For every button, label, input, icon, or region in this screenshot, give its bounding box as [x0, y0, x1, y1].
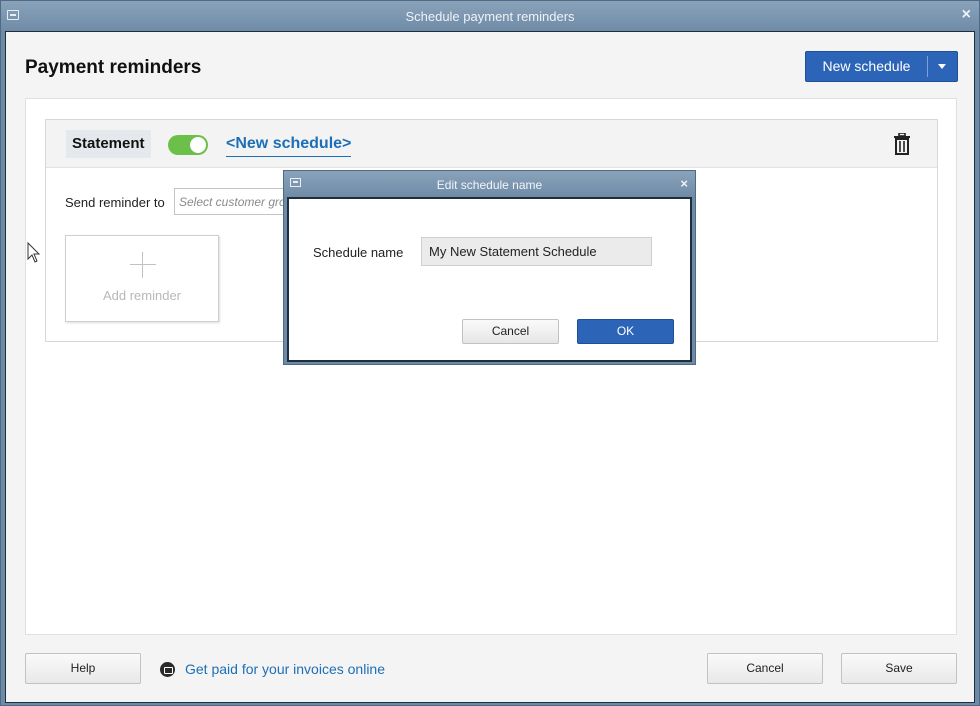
window-content: Payment reminders New schedule Statement…: [5, 31, 975, 703]
payment-icon: [160, 662, 175, 677]
dialog-titlebar[interactable]: Edit schedule name ×: [284, 171, 695, 197]
plus-icon: [130, 252, 156, 278]
schedule-name-label: Schedule name: [313, 245, 404, 260]
close-icon[interactable]: ×: [962, 6, 971, 24]
toggle-knob: [190, 137, 206, 153]
get-paid-online-link[interactable]: Get paid for your invoices online: [185, 661, 385, 677]
schedule-active-toggle[interactable]: [168, 135, 208, 155]
cancel-button[interactable]: Cancel: [707, 653, 823, 684]
new-schedule-button[interactable]: New schedule: [806, 52, 927, 81]
schedule-name-link[interactable]: <New schedule>: [226, 135, 352, 157]
dialog-body: Schedule name Cancel OK: [287, 197, 692, 362]
dialog-title: Edit schedule name: [436, 178, 543, 192]
customer-group-placeholder: Select customer group: [179, 195, 300, 209]
window-title: Schedule payment reminders: [405, 9, 575, 24]
add-reminder-button[interactable]: Add reminder: [65, 235, 219, 322]
dialog-ok-button[interactable]: OK: [577, 319, 674, 344]
chevron-down-icon[interactable]: [928, 52, 957, 81]
add-reminder-label: Add reminder: [102, 288, 182, 303]
page-title: Payment reminders: [25, 57, 202, 78]
help-button[interactable]: Help: [25, 653, 141, 684]
new-schedule-split-button: New schedule: [805, 51, 958, 82]
edit-schedule-name-dialog: Edit schedule name × Schedule name Cance…: [283, 170, 696, 365]
schedule-name-input[interactable]: [421, 237, 652, 266]
schedule-card-header: Statement <New schedule>: [46, 120, 937, 168]
dialog-cancel-button[interactable]: Cancel: [462, 319, 559, 344]
dialog-close-icon[interactable]: ×: [680, 176, 688, 191]
schedule-type-label: Statement: [66, 130, 151, 158]
window-titlebar[interactable]: Schedule payment reminders ×: [1, 1, 979, 31]
trash-icon[interactable]: [893, 133, 911, 155]
save-button[interactable]: Save: [841, 653, 957, 684]
mouse-pointer-icon: [27, 242, 41, 263]
send-reminder-label: Send reminder to: [65, 195, 165, 210]
